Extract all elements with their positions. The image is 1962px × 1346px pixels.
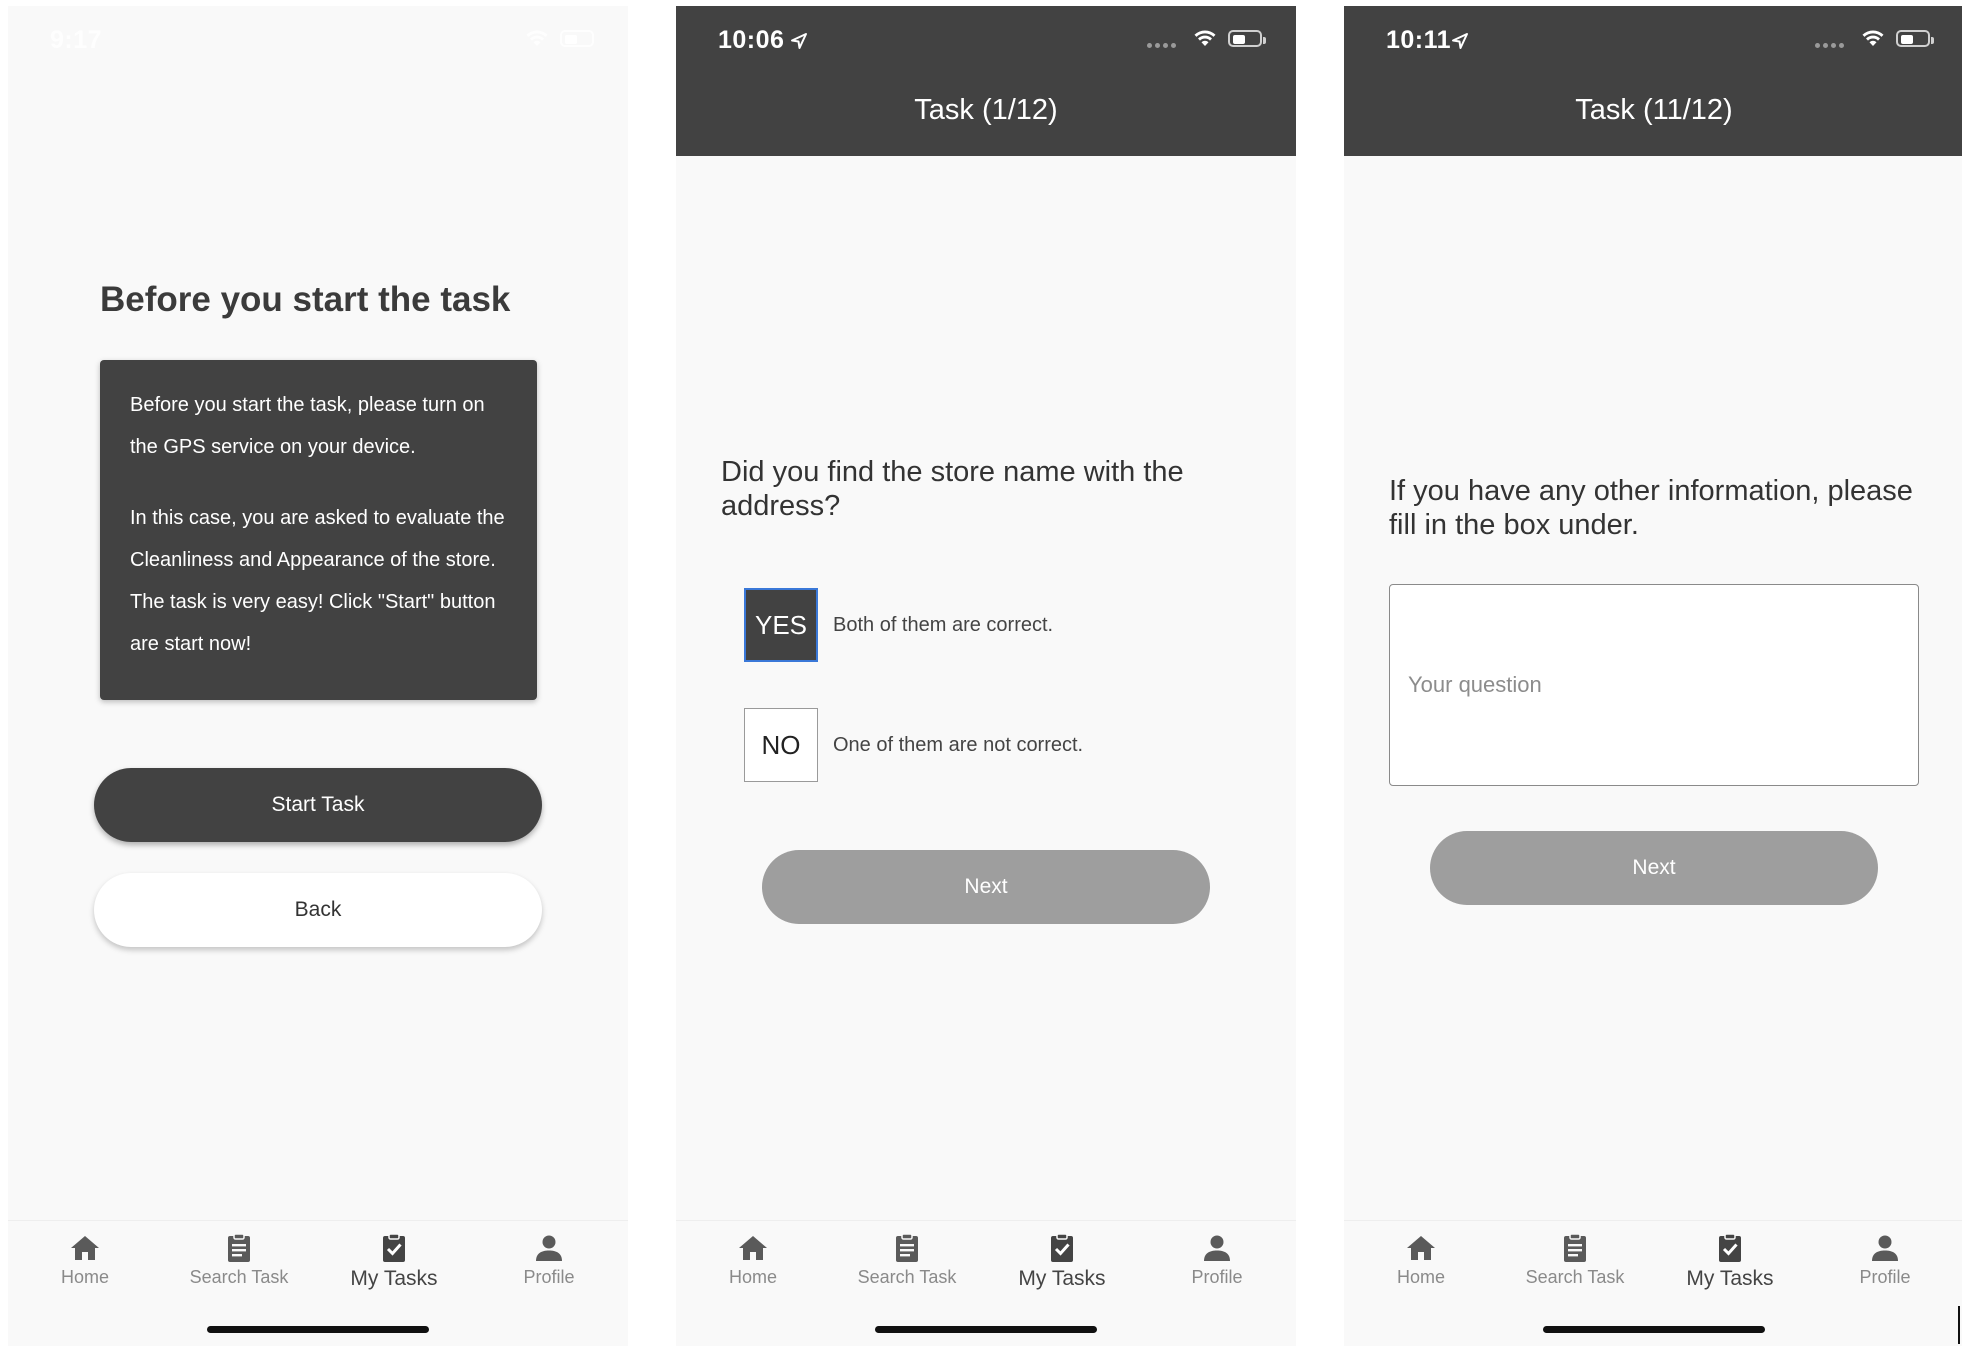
yes-option-box[interactable]: YES xyxy=(744,588,818,662)
screen-task-free-text: 10:11 Task (11/12) If you have any other… xyxy=(1344,6,1962,1346)
clipboard-list-icon xyxy=(228,1233,250,1262)
battery-icon xyxy=(1896,29,1934,47)
home-icon xyxy=(1407,1236,1435,1260)
status-indicators xyxy=(1147,28,1266,48)
option-no[interactable]: NO One of them are not correct. xyxy=(744,708,1083,782)
signal-icon xyxy=(1815,42,1844,48)
location-arrow-icon xyxy=(791,33,807,49)
tab-profile[interactable]: Profile xyxy=(1142,1233,1292,1288)
status-bar: 10:06 xyxy=(676,6,1296,74)
status-indicators xyxy=(1815,28,1934,48)
person-icon xyxy=(1204,1235,1230,1261)
option-yes[interactable]: YES Both of them are correct. xyxy=(744,588,1053,662)
clipboard-list-icon xyxy=(1564,1233,1586,1262)
tab-label: Home xyxy=(728,1267,777,1287)
home-icon xyxy=(739,1236,767,1260)
home-indicator xyxy=(1543,1326,1765,1333)
wifi-icon xyxy=(1194,30,1216,46)
tab-my-tasks[interactable]: My Tasks xyxy=(1655,1233,1805,1291)
location-arrow-icon xyxy=(1452,33,1468,49)
tab-label: Profile xyxy=(523,1267,575,1287)
status-time: 9:17 xyxy=(50,26,103,54)
info-paragraph-task: In this case, you are asked to evaluate … xyxy=(130,507,505,655)
tab-label: Profile xyxy=(1859,1267,1911,1287)
next-button[interactable]: Next xyxy=(762,850,1210,924)
tab-label: Search Task xyxy=(857,1267,957,1287)
clipboard-check-icon xyxy=(1719,1233,1741,1262)
home-icon xyxy=(71,1236,99,1260)
page-title: Before you start the task xyxy=(100,280,511,319)
tab-label: Search Task xyxy=(189,1267,289,1287)
info-paragraph-gps: Before you start the task, please turn o… xyxy=(130,394,485,458)
tab-my-tasks[interactable]: My Tasks xyxy=(987,1233,1137,1291)
yes-option-text: Both of them are correct. xyxy=(833,613,1054,636)
tab-search-task[interactable]: Search Task xyxy=(832,1233,982,1288)
status-bar: 9:17 xyxy=(8,6,628,74)
info-box: Before you start the task, please turn o… xyxy=(100,360,537,700)
no-option-box[interactable]: NO xyxy=(744,708,818,782)
clipboard-list-icon xyxy=(896,1233,918,1262)
tab-label: My Tasks xyxy=(350,1267,438,1290)
status-time: 10:11 xyxy=(1386,26,1452,54)
header-title: Task (1/12) xyxy=(914,94,1058,126)
home-indicator xyxy=(207,1326,429,1333)
battery-icon xyxy=(1228,29,1266,47)
start-task-button[interactable]: Start Task xyxy=(94,768,542,842)
question-text: If you have any other information, pleas… xyxy=(1389,475,1913,541)
clipboard-check-icon xyxy=(383,1233,405,1262)
wifi-icon xyxy=(526,30,548,46)
signal-icon xyxy=(1147,42,1176,48)
home-indicator xyxy=(875,1326,1097,1333)
tab-label: Profile xyxy=(1191,1267,1243,1287)
tab-home[interactable]: Home xyxy=(1346,1233,1496,1288)
tab-home[interactable]: Home xyxy=(10,1233,160,1288)
additional-info-input[interactable]: Your question xyxy=(1389,584,1919,786)
screen-before-start: 9:17 Before you start the task Before yo… xyxy=(8,6,628,1346)
clipboard-check-icon xyxy=(1051,1233,1073,1262)
no-option-text: One of them are not correct. xyxy=(833,733,1084,756)
tab-my-tasks[interactable]: My Tasks xyxy=(319,1233,469,1291)
battery-icon xyxy=(560,29,594,47)
tab-label: Search Task xyxy=(1525,1267,1625,1287)
screen-task-question: 10:06 Task (1/12) Did you find the store… xyxy=(676,6,1296,1346)
back-button[interactable]: Back xyxy=(94,873,542,947)
tab-home[interactable]: Home xyxy=(678,1233,828,1288)
header-title: Task (11/12) xyxy=(1575,94,1733,126)
next-button[interactable]: Next xyxy=(1430,831,1878,905)
tab-profile[interactable]: Profile xyxy=(1810,1233,1960,1288)
question-text: Did you find the store name with the add… xyxy=(721,456,1184,522)
tab-label: Home xyxy=(1396,1267,1445,1287)
text-cursor xyxy=(1958,1306,1960,1344)
status-time: 10:06 xyxy=(718,26,785,54)
tab-label: My Tasks xyxy=(1018,1267,1106,1290)
tab-profile[interactable]: Profile xyxy=(474,1233,624,1288)
tab-search-task[interactable]: Search Task xyxy=(164,1233,314,1288)
tab-label: Home xyxy=(60,1267,109,1287)
person-icon xyxy=(536,1235,562,1261)
status-bar: 10:11 xyxy=(1344,6,1962,74)
tab-label: My Tasks xyxy=(1686,1267,1774,1290)
input-placeholder: Your question xyxy=(1408,672,1542,697)
wifi-icon xyxy=(1862,30,1884,46)
tab-search-task[interactable]: Search Task xyxy=(1500,1233,1650,1288)
person-icon xyxy=(1872,1235,1898,1261)
status-indicators xyxy=(524,28,594,48)
